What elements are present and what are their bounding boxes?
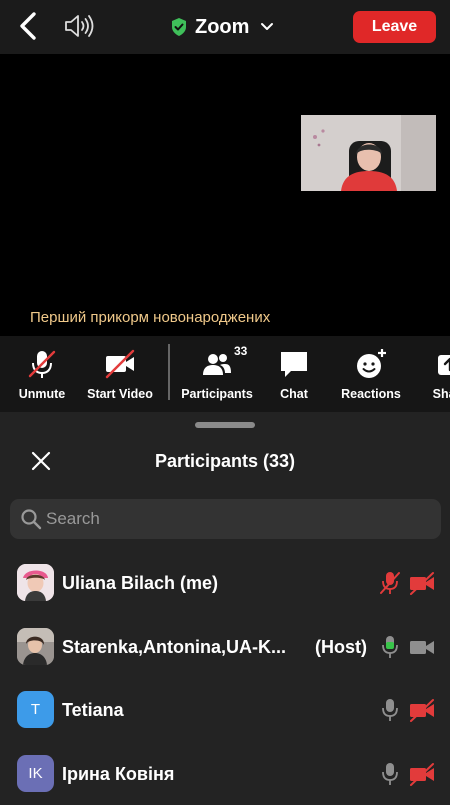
panel-drag-handle[interactable] — [195, 422, 255, 428]
search-icon — [21, 509, 42, 530]
avatar: T — [17, 691, 54, 728]
video-off-icon — [410, 572, 434, 595]
leave-button[interactable]: Leave — [353, 11, 436, 43]
self-video-thumbnail[interactable] — [301, 115, 436, 191]
shield-check-icon — [172, 18, 186, 36]
chevron-down-icon — [261, 23, 274, 30]
video-off-icon — [105, 349, 135, 379]
participant-row[interactable]: Uliana Bilach (me) — [0, 551, 450, 614]
top-bar: Zoom Leave — [0, 0, 450, 54]
participant-name: Tetiana — [62, 700, 124, 720]
video-area — [0, 54, 450, 336]
back-chevron-icon[interactable] — [14, 10, 44, 42]
reactions-label: Reactions — [341, 387, 401, 401]
self-video-image — [301, 115, 436, 191]
toolbar-divider — [168, 344, 170, 400]
unmute-button[interactable]: Unmute — [10, 336, 74, 412]
avatar: IK — [17, 755, 54, 792]
chat-label: Chat — [280, 387, 308, 401]
video-on-icon — [410, 641, 434, 654]
participants-label: Participants — [181, 387, 253, 401]
reactions-icon — [357, 349, 386, 378]
participant-name: Ірина Ковіня — [62, 764, 175, 784]
participant-name: Uliana Bilach (me) — [62, 573, 219, 593]
participants-count-badge: 33 — [234, 344, 248, 358]
video-off-icon — [410, 763, 434, 786]
meeting-title: Zoom — [195, 15, 250, 38]
video-off-icon — [410, 699, 434, 722]
participant-name: Starenka,Antonina,UA-K... — [62, 637, 287, 657]
participant-row[interactable]: Starenka,Antonina,UA-K... (Host) — [0, 615, 450, 678]
start-video-button[interactable]: Start Video — [82, 336, 158, 412]
chat-bubble-icon — [281, 352, 307, 377]
mic-muted-icon — [28, 350, 56, 378]
avatar — [17, 564, 54, 601]
participants-icon — [203, 354, 231, 375]
reactions-button[interactable]: Reactions — [336, 336, 406, 412]
share-label: Share — [432, 387, 450, 401]
unmute-label: Unmute — [18, 387, 66, 401]
meeting-caption: Перший прикорм новонароджених — [30, 309, 271, 326]
participant-row[interactable]: IK Ірина Ковіня — [0, 741, 450, 804]
share-button[interactable]: Share — [426, 336, 450, 412]
participant-row[interactable]: T Tetiana — [0, 678, 450, 741]
mic-muted-icon — [382, 699, 398, 721]
search-input[interactable]: Search — [10, 499, 441, 539]
meeting-toolbar: Unmute Start Video Participants Chat Rea… — [0, 336, 450, 412]
avatar — [17, 628, 54, 665]
search-placeholder: Search — [46, 509, 100, 528]
chat-button[interactable]: Chat — [270, 336, 318, 412]
meeting-title-dropdown[interactable]: Zoom — [170, 12, 274, 42]
mic-active-icon — [382, 636, 398, 658]
panel-title: Participants (33) — [154, 451, 296, 471]
mic-muted-icon — [382, 763, 398, 785]
start-video-label: Start Video — [87, 387, 153, 401]
share-screen-icon — [438, 355, 450, 375]
speaker-icon[interactable] — [62, 12, 96, 40]
host-tag: (Host) — [315, 637, 367, 657]
mic-muted-icon — [380, 572, 400, 594]
